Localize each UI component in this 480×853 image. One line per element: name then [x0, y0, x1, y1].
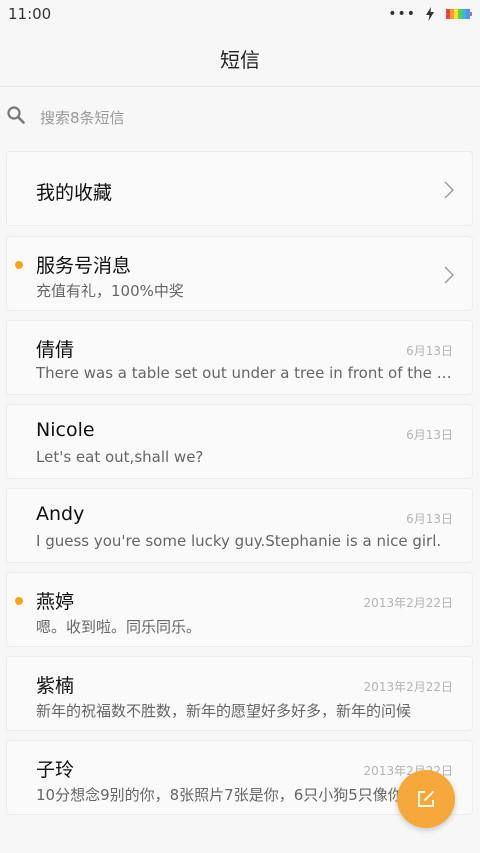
- status-icons: •••: [382, 6, 472, 24]
- thread-name: 倩倩: [36, 339, 75, 361]
- thread-item[interactable]: 燕婷 2013年2月22日 嗯。收到啦。同乐同乐。: [6, 572, 473, 647]
- thread-name: Andy: [36, 503, 85, 525]
- thread-item[interactable]: 紫楠 2013年2月22日 新年的祝福数不胜数，新年的愿望好多好多，新年的问候: [6, 656, 473, 731]
- thread-item[interactable]: Andy 6月13日 I guess you're some lucky guy…: [6, 488, 473, 563]
- thread-date: 2013年2月22日: [363, 680, 453, 694]
- battery-icon: [446, 9, 472, 19]
- favorites-label: 我的收藏: [36, 182, 113, 204]
- thread-date: 6月13日: [406, 428, 453, 442]
- thread-date: 2013年2月22日: [363, 596, 453, 610]
- title-bar: 短信: [0, 30, 480, 87]
- page-title: 短信: [220, 48, 260, 72]
- thread-date: 6月13日: [406, 512, 453, 526]
- status-time: 11:00: [8, 5, 52, 23]
- thread-name: 燕婷: [36, 591, 75, 613]
- compose-button[interactable]: [397, 770, 455, 828]
- chevron-right-icon: [444, 181, 454, 199]
- thread-preview: 充值有礼，100%中奖: [36, 282, 184, 300]
- thread-preview: Let's eat out,shall we?: [36, 448, 204, 466]
- thread-name: 服务号消息: [36, 255, 132, 277]
- unread-dot: [15, 597, 23, 605]
- thread-preview: 新年的祝福数不胜数，新年的愿望好多好多，新年的问候: [36, 702, 412, 720]
- favorites-item[interactable]: 我的收藏: [6, 151, 473, 226]
- more-dots-icon: •••: [388, 6, 416, 22]
- thread-name: 子玲: [36, 759, 75, 781]
- search-icon: [7, 106, 25, 124]
- service-messages-item[interactable]: 服务号消息 充值有礼，100%中奖: [6, 236, 473, 311]
- thread-name: Nicole: [36, 419, 95, 441]
- thread-preview: 10分想念9别的你，8张照片7张是你，6只小狗5只像你: [36, 786, 403, 804]
- thread-date: 6月13日: [406, 344, 453, 358]
- thread-item[interactable]: Nicole 6月13日 Let's eat out,shall we?: [6, 404, 473, 479]
- compose-icon: [418, 791, 434, 807]
- unread-dot: [15, 261, 23, 269]
- charging-bolt-icon: [426, 7, 434, 21]
- thread-preview: I guess you're some lucky guy.Stephanie …: [36, 532, 442, 550]
- thread-preview: 嗯。收到啦。同乐同乐。: [36, 618, 202, 636]
- search-bar[interactable]: 搜索8条短信: [0, 96, 480, 138]
- thread-name: 紫楠: [36, 675, 75, 697]
- thread-preview: There was a table set out under a tree i…: [36, 364, 454, 382]
- chevron-right-icon: [444, 266, 454, 284]
- thread-item[interactable]: 倩倩 6月13日 There was a table set out under…: [6, 320, 473, 395]
- status-bar: 11:00 •••: [0, 0, 480, 30]
- search-input[interactable]: 搜索8条短信: [40, 107, 125, 128]
